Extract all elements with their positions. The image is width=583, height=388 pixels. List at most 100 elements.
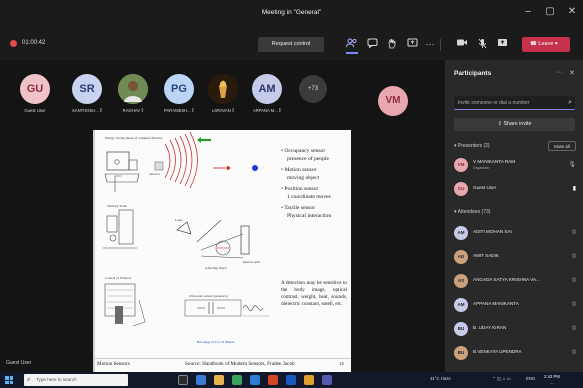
bullet-item: Motion sensor moving object	[281, 167, 349, 182]
store-icon[interactable]	[250, 375, 260, 385]
sketch-label: Bar range of 2 to 12 Meters	[197, 340, 235, 344]
mute-all-button[interactable]: Mute all	[548, 141, 576, 151]
maximize-button[interactable]: ▢	[542, 6, 558, 17]
app-icon[interactable]	[304, 375, 314, 385]
weather-widget[interactable]: 31°C Haze	[430, 376, 451, 381]
sketch-label: Laser	[175, 218, 183, 222]
chrome-icon[interactable]	[232, 375, 242, 385]
participant-row[interactable]: BU B.VENKATA UPENDRA ⦸	[454, 344, 578, 364]
participant-strip: GU Guest User SR SANTHOSH... ⁑ RAGHAV ⁑ …	[0, 68, 444, 128]
system-clock[interactable]: 2:42 PM ...	[544, 374, 560, 385]
participant-tile[interactable]: SR SANTHOSH... ⁑	[70, 68, 104, 126]
avatar: GU	[454, 182, 468, 196]
sketch-label: reflecting object	[205, 266, 228, 270]
close-window-button[interactable]: ✕	[564, 6, 580, 17]
participant-tile[interactable]: AM ARPANA M... ⁑	[250, 68, 284, 126]
participant-name: V MANIKANTA RAM	[473, 159, 516, 164]
sketch-label: Ultrasonic sensor (presence)	[189, 294, 228, 298]
participant-name: B. UDAY KIRAN	[473, 325, 507, 330]
participant-row[interactable]: AM ADITI MOHAN SAI ⦸	[454, 224, 578, 244]
participant-name: ARPANA M... ⁑	[252, 108, 282, 113]
teams-icon[interactable]	[322, 375, 332, 385]
file-explorer-icon[interactable]	[214, 375, 224, 385]
mic-off-icon: ⦸	[572, 253, 576, 259]
sketch-label: detector	[149, 172, 160, 176]
slide-footer-rule	[93, 358, 351, 359]
avatar: PG	[164, 74, 194, 104]
language-indicator[interactable]: ENG	[526, 376, 535, 381]
meeting-timer: 01:00:42	[22, 40, 46, 46]
camera-off-icon[interactable]	[456, 38, 468, 50]
raise-hand-icon[interactable]	[386, 38, 398, 50]
edge-browser-icon[interactable]	[196, 375, 206, 385]
search-icon: ⌕	[568, 99, 572, 106]
search-icon: ⌕	[27, 377, 31, 383]
search-placeholder: Invite someone or dial a number	[458, 100, 530, 106]
bullet-item: Occupancy sensor presence of people	[281, 148, 349, 163]
word-icon[interactable]	[286, 375, 296, 385]
participant-name: APPANA MANIKANTA	[473, 301, 519, 306]
recording-icon	[10, 40, 17, 47]
mic-icon: 🎙	[568, 162, 576, 168]
bullet-detail: 1 coordinate moves	[287, 193, 331, 200]
request-control-button[interactable]: Request control	[258, 37, 324, 52]
invite-search-input[interactable]: Invite someone or dial a number ⌕	[454, 96, 575, 110]
bullet-item: Position sensor 1 coordinate moves	[281, 186, 349, 201]
minimize-button[interactable]: –	[520, 6, 536, 17]
participant-row[interactable]: AM APPANA MANIKANTA ⦸	[454, 296, 578, 316]
participant-name: RAGHAV ⁑	[122, 108, 144, 113]
meeting-stage: GU Guest User SR SANTHOSH... ⁑ RAGHAV ⁑ …	[0, 60, 444, 372]
participant-row[interactable]: AD AMIT SADIK ⦸	[454, 248, 578, 268]
chat-icon[interactable]	[366, 38, 378, 50]
bullet-detail: presence of people	[287, 155, 329, 162]
leave-label: Leave	[538, 41, 554, 47]
windows-start-icon[interactable]	[5, 376, 13, 384]
participant-name: ADITI MOHAN SAI	[473, 229, 512, 234]
close-icon[interactable]: ✕	[569, 69, 575, 77]
participant-tile[interactable]: PG PARAMESH... ⁑	[162, 68, 196, 126]
system-tray-icons[interactable]: ⌃ ◫ ♫ ▭	[492, 376, 511, 382]
participant-role: Organizer	[473, 166, 490, 170]
participant-row[interactable]: AS ANGADA SATYA KRISHNA VA... ⦸	[454, 272, 578, 292]
attendees-section-header[interactable]: ▾ Attendees (73)	[454, 209, 490, 215]
participant-tile[interactable]: RAGHAV ⁑	[116, 68, 150, 126]
mic-off-icon: ⦸	[572, 301, 576, 307]
participants-icon[interactable]	[346, 38, 358, 54]
mic-off-icon: ⦸	[572, 325, 576, 331]
taskbar-search-input[interactable]: ⌕ Type here to search	[24, 374, 128, 386]
participant-tile[interactable]: LSRAVAN ⁑	[206, 68, 240, 126]
bullet-detail: Physical interaction	[287, 212, 332, 219]
mic-off-icon: ⦸	[572, 229, 576, 235]
participant-name: AMIT SADIK	[473, 253, 499, 258]
more-actions-icon[interactable]: ···	[424, 38, 436, 50]
more-participants-button[interactable]: +73	[296, 68, 330, 126]
participant-row[interactable]: GU Guest User ▮	[454, 180, 578, 200]
task-view-icon[interactable]	[178, 375, 188, 385]
avatar: AM	[454, 226, 468, 240]
powerpoint-icon[interactable]	[268, 375, 278, 385]
participant-tile[interactable]: GU Guest User	[18, 68, 52, 126]
participant-row[interactable]: BU B. UDAY KIRAN ⦸	[454, 320, 578, 340]
os-taskbar: ⌕ Type here to search 31°C Haze ⌃ ◫ ♫ ▭ …	[0, 372, 583, 388]
more-options-icon[interactable]: ···	[556, 69, 563, 76]
clock-date: ...	[550, 379, 554, 385]
section-label: Attendees (73)	[457, 209, 491, 215]
bullet-heading: Tactile sensor	[281, 205, 349, 213]
slide-illustration	[103, 131, 269, 327]
mic-icon[interactable]	[476, 38, 488, 50]
clock-time: 2:42 PM	[544, 374, 561, 379]
share-invite-button[interactable]: ⇪ Share invite	[454, 118, 575, 131]
avatar: VM	[378, 86, 408, 116]
chevron-down-icon: ▾	[553, 41, 558, 47]
participant-row[interactable]: VM V MANIKANTA RAM Organizer 🎙	[454, 156, 578, 176]
section-label: Presenters (2)	[457, 143, 490, 149]
participant-name: Guest User	[473, 185, 497, 190]
share-tray-icon[interactable]	[406, 38, 418, 50]
screen-share-icon[interactable]	[496, 38, 508, 50]
sketch-label: Control of Window	[105, 276, 132, 280]
avatar-photo	[118, 74, 148, 104]
presenters-section-header[interactable]: ▾ Presenters (2)	[454, 143, 490, 149]
bullet-heading: Occupancy sensor	[281, 148, 349, 156]
leave-button[interactable]: ☎ Leave ▾	[522, 37, 570, 52]
taskbar-search-placeholder: Type here to search	[36, 377, 77, 382]
